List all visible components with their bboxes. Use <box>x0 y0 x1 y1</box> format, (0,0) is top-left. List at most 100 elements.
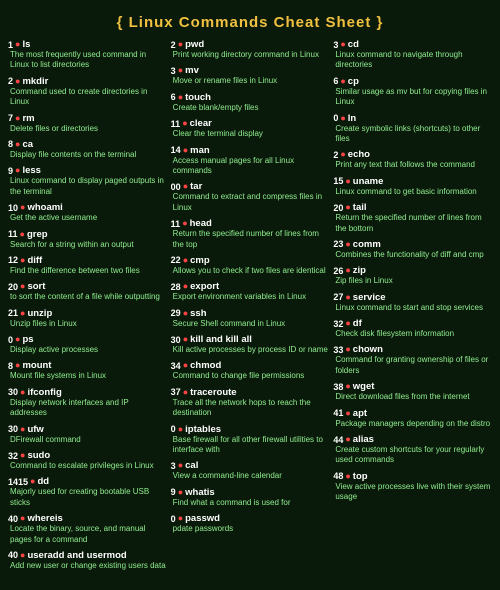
cmd-bullet-icon: ● <box>15 166 20 175</box>
cmd-block: 3●mvMove or rename files in Linux <box>171 65 330 86</box>
cmd-description: Command used to create directories in Li… <box>8 87 167 108</box>
cmd-bullet-icon: ● <box>345 435 350 444</box>
cmd-description: Package managers depending on the distro <box>333 419 492 429</box>
cmd-label: comm <box>353 239 381 250</box>
cmd-number: 12 <box>8 255 18 265</box>
cmd-label: clear <box>190 118 212 129</box>
cmd-label: touch <box>185 92 211 103</box>
cmd-number: 00 <box>171 182 181 192</box>
cmd-label: chown <box>353 344 383 355</box>
cmd-bullet-icon: ● <box>345 240 350 249</box>
cmd-bullet-icon: ● <box>20 256 25 265</box>
cmd-description: Kill active processes by process ID or n… <box>171 345 330 355</box>
cmd-description: Base firewall for all other firewall uti… <box>171 435 330 456</box>
cmd-label: iptables <box>185 424 221 435</box>
cmd-bullet-icon: ● <box>20 514 25 523</box>
cmd-bullet-icon: ● <box>182 119 187 128</box>
cmd-description: Create blank/empty files <box>171 103 330 113</box>
cmd-description: Allows you to check if two files are ide… <box>171 266 330 276</box>
cmd-description: to sort the content of a file while outp… <box>8 292 167 302</box>
cmd-label: ls <box>22 39 30 50</box>
cmd-bullet-icon: ● <box>178 461 183 470</box>
cmd-bullet-icon: ● <box>178 66 183 75</box>
cmd-label: cp <box>348 76 359 87</box>
cmd-number: 9 <box>171 487 176 497</box>
cmd-description: Display network interfaces and IP addres… <box>8 398 167 419</box>
cmd-number: 0 <box>171 514 176 524</box>
cmd-label: ufw <box>27 424 43 435</box>
cmd-bullet-icon: ● <box>178 488 183 497</box>
cmd-label: wget <box>353 381 375 392</box>
cmd-block: 40●whereisLocate the binary, source, and… <box>8 513 167 545</box>
cmd-bullet-icon: ● <box>183 146 188 155</box>
cmd-number: 40 <box>8 514 18 524</box>
cmd-number: 6 <box>171 92 176 102</box>
cmd-bullet-icon: ● <box>345 382 350 391</box>
cmd-description: View a command-line calendar <box>171 471 330 481</box>
cmd-bullet-icon: ● <box>20 230 25 239</box>
cmd-description: Get the active username <box>8 213 167 223</box>
cmd-label: sort <box>27 281 45 292</box>
cmd-description: Command to extract and compress files in… <box>171 192 330 213</box>
cmd-description: Mount file systems in Linux <box>8 371 167 381</box>
cmd-description: Add new user or change existing users da… <box>8 561 167 571</box>
cmd-block: 30●kill and kill allKill active processe… <box>171 334 330 355</box>
cmd-bullet-icon: ● <box>345 345 350 354</box>
cmd-block: 9●whatisFind what a command is used for <box>171 487 330 508</box>
cmd-number: 41 <box>333 408 343 418</box>
cmd-bullet-icon: ● <box>178 514 183 523</box>
cmd-bullet-icon: ● <box>345 472 350 481</box>
cmd-number: 0 <box>8 335 13 345</box>
cmd-bullet-icon: ● <box>15 77 20 86</box>
cmd-description: Print working directory command in Linux <box>171 50 330 60</box>
cmd-bullet-icon: ● <box>178 40 183 49</box>
cmd-number: 30 <box>171 335 181 345</box>
cmd-description: Command for granting ownership of files … <box>333 355 492 376</box>
cmd-block: 0●lnCreate symbolic links (shortcuts) to… <box>333 113 492 145</box>
cmd-block: 11●headReturn the specified number of li… <box>171 218 330 250</box>
cmd-block: 6●touchCreate blank/empty files <box>171 92 330 113</box>
cmd-bullet-icon: ● <box>20 425 25 434</box>
cmd-number: 20 <box>333 203 343 213</box>
cmd-block: 30●ifconfigDisplay network interfaces an… <box>8 387 167 419</box>
cmd-number: 1 <box>8 40 13 50</box>
cmd-block: 00●tarCommand to extract and compress fi… <box>171 181 330 213</box>
cmd-block: 1415●ddMajorly used for creating bootabl… <box>8 476 167 508</box>
cmd-bullet-icon: ● <box>340 40 345 49</box>
cmd-number: 1415 <box>8 477 28 487</box>
cmd-bullet-icon: ● <box>178 93 183 102</box>
cmd-description: Check disk filesystem information <box>333 329 492 339</box>
cmd-label: mkdir <box>22 76 48 87</box>
cmd-bullet-icon: ● <box>183 361 188 370</box>
cmd-number: 34 <box>171 361 181 371</box>
cmd-description: Secure Shell command in Linux <box>171 319 330 329</box>
cmd-bullet-icon: ● <box>345 203 350 212</box>
cmd-block: 38●wgetDirect download files from the in… <box>333 381 492 402</box>
cmd-label: ln <box>348 113 356 124</box>
cmd-number: 8 <box>8 139 13 149</box>
cmd-description: Zip files in Linux <box>333 276 492 286</box>
cmd-block: 21●unzipUnzip files in Linux <box>8 308 167 329</box>
cmd-description: Linux command to navigate through direct… <box>333 50 492 71</box>
cmd-number: 14 <box>171 145 181 155</box>
cmd-label: service <box>353 292 386 303</box>
cmd-number: 11 <box>171 219 181 229</box>
cmd-number: 3 <box>333 40 338 50</box>
cmd-description: Display active processes <box>8 345 167 355</box>
cmd-block: 34●chmodCommand to change file permissio… <box>171 360 330 381</box>
cmd-number: 30 <box>8 424 18 434</box>
cmd-number: 22 <box>171 255 181 265</box>
cmd-number: 33 <box>333 345 343 355</box>
cmd-description: Similar usage as mv but for copying file… <box>333 87 492 108</box>
cmd-number: 28 <box>171 282 181 292</box>
cmd-label: whatis <box>185 487 215 498</box>
cmd-description: Unzip files in Linux <box>8 319 167 329</box>
cmd-description: Move or rename files in Linux <box>171 76 330 86</box>
cmd-description: Print any text that follows the command <box>333 160 492 170</box>
cmd-label: less <box>22 165 41 176</box>
cmd-block: 32●sudoCommand to escalate privileges in… <box>8 450 167 471</box>
page-title: { Linux Commands Cheat Sheet } <box>8 8 492 39</box>
cmd-label: rm <box>22 113 34 124</box>
column-1: 1●lsThe most frequently used command in … <box>8 39 167 573</box>
cmd-bullet-icon: ● <box>20 282 25 291</box>
